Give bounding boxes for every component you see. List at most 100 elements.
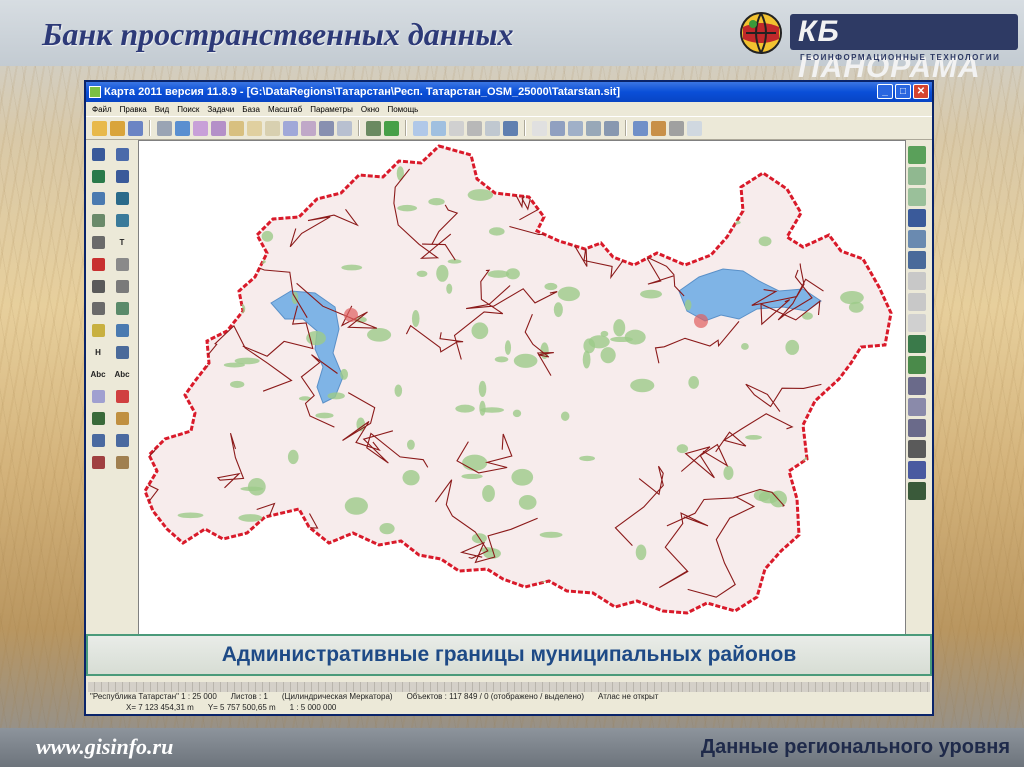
pointer-icon[interactable]: [532, 120, 547, 136]
tool-pin-icon[interactable]: [88, 210, 108, 230]
tool-line-icon[interactable]: [88, 276, 108, 296]
minimize-button[interactable]: _: [877, 84, 893, 99]
tool-ruler-icon[interactable]: [112, 320, 132, 340]
status-scroll-strip[interactable]: [88, 682, 930, 692]
right-tool-icon[interactable]: [908, 167, 926, 185]
tool-ruler-icon[interactable]: [88, 320, 108, 340]
right-tool-icon[interactable]: [908, 188, 926, 206]
right-tool-icon[interactable]: [908, 440, 926, 458]
right-tool-icon[interactable]: [908, 272, 926, 290]
tool-cross-icon[interactable]: [112, 254, 132, 274]
right-tool-icon[interactable]: [908, 419, 926, 437]
check-icon[interactable]: [485, 120, 500, 136]
menu-window[interactable]: Окно: [361, 105, 380, 114]
pin-icon: [91, 389, 105, 403]
tool-tree-icon[interactable]: [88, 408, 108, 428]
menu-database[interactable]: База: [242, 105, 260, 114]
tool-pen-icon[interactable]: [112, 188, 132, 208]
right-tool-icon[interactable]: [908, 293, 926, 311]
text-icon[interactable]: [550, 120, 565, 136]
right-tool-icon[interactable]: [908, 335, 926, 353]
right-toolbar: [904, 142, 930, 582]
tool-select-icon[interactable]: [88, 452, 108, 472]
forest-patch: [640, 289, 663, 299]
tool-zoom-icon[interactable]: [112, 386, 132, 406]
tool-T-icon[interactable]: T: [112, 232, 132, 252]
zoom-in-icon[interactable]: [431, 120, 446, 136]
right-tool-icon[interactable]: [908, 356, 926, 374]
right-tool-icon[interactable]: [908, 314, 926, 332]
menu-search[interactable]: Поиск: [177, 105, 199, 114]
edit-pen-icon[interactable]: [229, 120, 244, 136]
website-link[interactable]: www.gisinfo.ru: [36, 734, 173, 760]
open-map-icon[interactable]: [110, 120, 125, 136]
help-icon[interactable]: [687, 120, 702, 136]
tool-gear-icon[interactable]: [112, 452, 132, 472]
menu-parameters[interactable]: Параметры: [310, 105, 353, 114]
globe-tool-icon[interactable]: [633, 120, 648, 136]
lightning-icon[interactable]: [384, 120, 399, 136]
save-icon[interactable]: [128, 120, 143, 136]
window-titlebar[interactable]: Карта 2011 версия 11.8.9 - [G:\DataRegio…: [86, 82, 932, 102]
tool-fork-icon[interactable]: [112, 276, 132, 296]
tool-Abc-icon[interactable]: Abc: [88, 364, 108, 384]
edit-pen-icon[interactable]: [211, 120, 226, 136]
edit-pen-icon[interactable]: [247, 120, 262, 136]
maximize-button[interactable]: □: [895, 84, 911, 99]
tool-pin-icon[interactable]: [88, 386, 108, 406]
forest-patch: [511, 468, 534, 486]
zoom-out-icon[interactable]: [413, 120, 428, 136]
tool-undo-icon[interactable]: [88, 430, 108, 450]
list-icon[interactable]: [319, 120, 334, 136]
menu-scale[interactable]: Масштаб: [268, 105, 302, 114]
menu-file[interactable]: Файл: [92, 105, 112, 114]
print-preview-icon[interactable]: [669, 120, 684, 136]
object-icon[interactable]: [283, 120, 298, 136]
tool-stamp-icon[interactable]: [112, 298, 132, 318]
menu-view[interactable]: Вид: [155, 105, 169, 114]
right-tool-icon[interactable]: [908, 146, 926, 164]
open-folder-icon[interactable]: [92, 120, 107, 136]
right-tool-icon[interactable]: [908, 482, 926, 500]
tool-pen-icon[interactable]: [112, 144, 132, 164]
forest-patch: [731, 220, 741, 225]
right-tool-icon[interactable]: [908, 398, 926, 416]
tool-icon[interactable]: [651, 120, 666, 136]
layers-icon[interactable]: [175, 120, 190, 136]
tool-redo-icon[interactable]: [112, 430, 132, 450]
right-tool-icon[interactable]: [908, 461, 926, 479]
measure-icon[interactable]: [366, 120, 381, 136]
object-icon[interactable]: [301, 120, 316, 136]
text-icon[interactable]: [586, 120, 601, 136]
print-icon[interactable]: [157, 120, 172, 136]
tool-rect-icon[interactable]: [112, 210, 132, 230]
select-rect-icon[interactable]: [265, 120, 280, 136]
map-view[interactable]: [138, 140, 906, 638]
back-icon[interactable]: [503, 120, 518, 136]
text-icon[interactable]: [568, 120, 583, 136]
close-button[interactable]: ✕: [913, 84, 929, 99]
tool-pen-icon[interactable]: [88, 166, 108, 186]
right-tool-icon[interactable]: [908, 251, 926, 269]
menu-help[interactable]: Помощь: [387, 105, 418, 114]
tool-Abc-icon[interactable]: Abc: [112, 364, 132, 384]
right-tool-icon[interactable]: [908, 377, 926, 395]
object-icon[interactable]: [337, 120, 352, 136]
menu-edit[interactable]: Правка: [120, 105, 147, 114]
tool-cross-icon[interactable]: [88, 254, 108, 274]
tool-pen-icon[interactable]: [88, 144, 108, 164]
tool-H-icon[interactable]: H: [88, 342, 108, 362]
tool-star-icon[interactable]: [112, 408, 132, 428]
tool-pen-icon[interactable]: [88, 188, 108, 208]
right-tool-icon[interactable]: [908, 209, 926, 227]
menu-tasks[interactable]: Задачи: [207, 105, 234, 114]
tool-pen-icon[interactable]: [112, 166, 132, 186]
tool-tree-icon[interactable]: [88, 232, 108, 252]
zoom-window-icon[interactable]: [467, 120, 482, 136]
right-tool-icon[interactable]: [908, 230, 926, 248]
tool-fork-icon[interactable]: [88, 298, 108, 318]
zoom-1-1-icon[interactable]: [449, 120, 464, 136]
text-icon[interactable]: [604, 120, 619, 136]
tool-grid-icon[interactable]: [112, 342, 132, 362]
edit-pen-icon[interactable]: [193, 120, 208, 136]
